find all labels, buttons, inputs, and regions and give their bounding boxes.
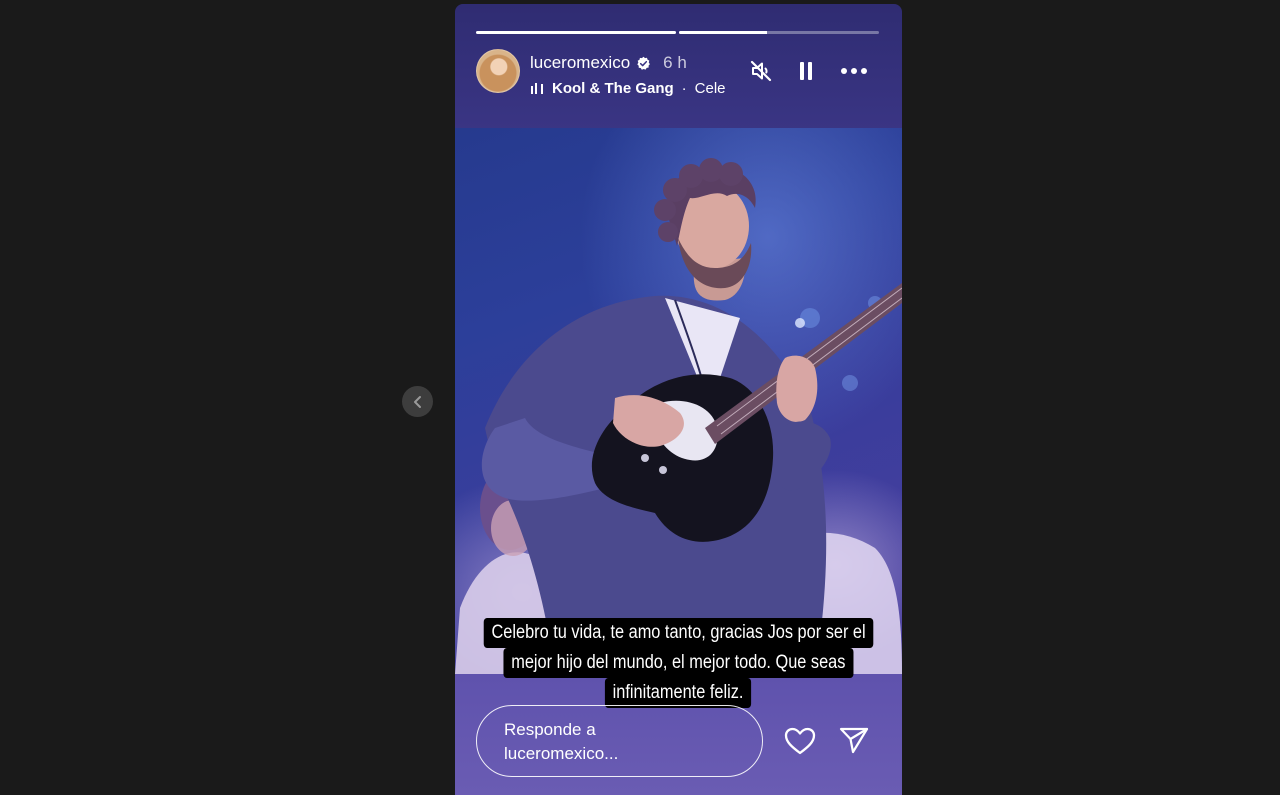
- heart-icon: [784, 727, 816, 755]
- progress-segment: [679, 31, 879, 34]
- caption-line: mejor hijo del mundo, el mejor todo. Que…: [503, 648, 854, 678]
- more-horizontal-icon: [841, 68, 867, 74]
- story-photo: [455, 128, 902, 674]
- user-line: luceromexico 6 h: [530, 53, 687, 73]
- pause-icon: [800, 62, 812, 80]
- viewport: luceromexico 6 h Kool & The Gang · Cele …: [0, 0, 1280, 795]
- like-button[interactable]: [783, 726, 817, 761]
- progress-segment: [476, 31, 676, 34]
- music-separator: ·: [681, 80, 687, 97]
- previous-story-button[interactable]: [402, 386, 433, 417]
- speaker-muted-icon: [750, 60, 772, 82]
- verified-badge-icon: [636, 56, 651, 71]
- story-caption: Celebro tu vida, te amo tanto, gracias J…: [455, 618, 902, 708]
- chevron-left-icon: [413, 395, 421, 408]
- music-artist: Kool & The Gang: [552, 80, 674, 97]
- share-button[interactable]: [838, 724, 870, 761]
- music-bars-icon: [530, 82, 544, 96]
- story-header: luceromexico 6 h Kool & The Gang · Cele: [476, 49, 881, 97]
- music-song: Cele: [694, 80, 726, 97]
- story-viewer: luceromexico 6 h Kool & The Gang · Cele …: [455, 4, 902, 795]
- caption-line: Celebro tu vida, te amo tanto, gracias J…: [483, 618, 874, 648]
- username[interactable]: luceromexico: [530, 53, 630, 73]
- mute-toggle[interactable]: [749, 59, 773, 83]
- story-timestamp: 6 h: [663, 53, 687, 72]
- reply-placeholder-line2: luceromexico...: [504, 744, 619, 763]
- story-controls: [749, 59, 869, 83]
- music-attribution[interactable]: Kool & The Gang · Cele: [530, 80, 735, 97]
- caption-line: infinitamente feliz.: [605, 678, 752, 708]
- story-progress: [476, 31, 879, 34]
- more-options-button[interactable]: [839, 66, 869, 76]
- progress-fill: [476, 31, 676, 34]
- reply-input[interactable]: Responde a luceromexico...: [476, 705, 763, 777]
- avatar[interactable]: [476, 49, 520, 93]
- pause-button[interactable]: [797, 60, 815, 82]
- reply-placeholder-line1: Responde a: [504, 720, 596, 739]
- send-icon: [839, 727, 869, 754]
- progress-fill: [679, 31, 767, 34]
